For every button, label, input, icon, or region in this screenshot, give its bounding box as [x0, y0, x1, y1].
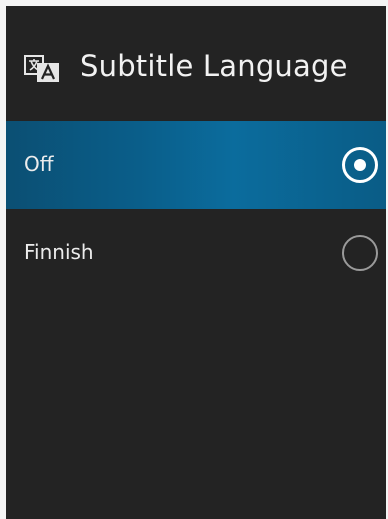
radio-button-selected[interactable] — [342, 147, 378, 183]
language-options-list: Off Finnish — [6, 121, 386, 297]
option-label: Finnish — [24, 240, 94, 264]
subtitle-language-dialog: Subtitle Language Off Finnish — [6, 6, 386, 519]
radio-button-unselected[interactable] — [342, 235, 378, 271]
translate-icon — [24, 55, 60, 83]
radio-dot — [354, 159, 366, 171]
option-label: Off — [24, 152, 54, 176]
dialog-title: Subtitle Language — [80, 49, 348, 83]
dialog-header: Subtitle Language — [6, 6, 386, 121]
option-finnish[interactable]: Finnish — [6, 209, 386, 297]
option-off[interactable]: Off — [6, 121, 386, 209]
